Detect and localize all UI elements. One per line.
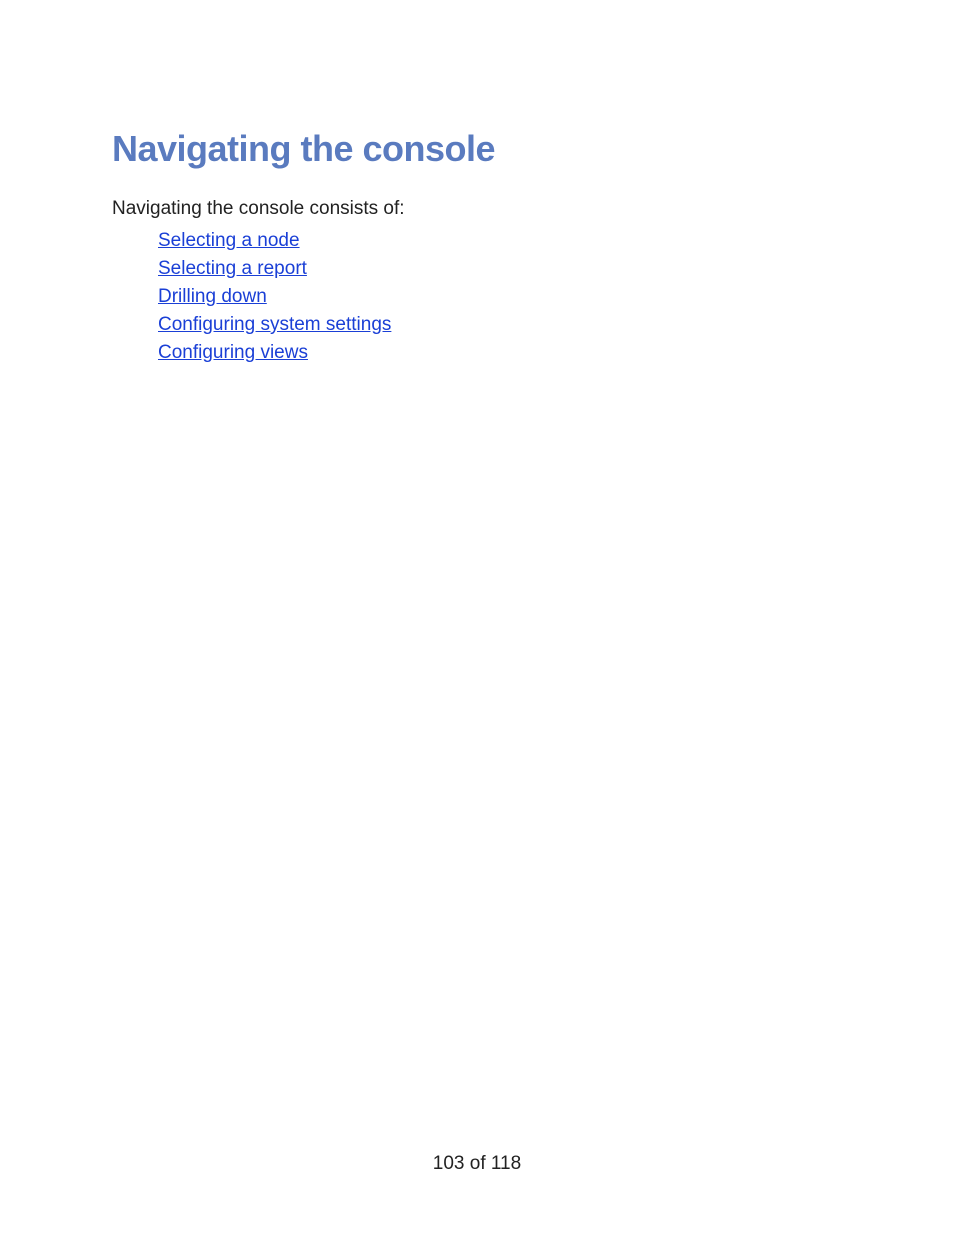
list-item: Configuring system settings: [158, 314, 842, 336]
page-content: Navigating the console Navigating the co…: [0, 0, 954, 364]
link-selecting-a-report[interactable]: Selecting a report: [158, 258, 307, 279]
link-configuring-views[interactable]: Configuring views: [158, 342, 308, 363]
link-selecting-a-node[interactable]: Selecting a node: [158, 230, 300, 251]
list-item: Configuring views: [158, 342, 842, 364]
page-number: 103 of 118: [433, 1153, 521, 1174]
link-drilling-down[interactable]: Drilling down: [158, 286, 267, 307]
page-heading: Navigating the console: [112, 128, 842, 170]
intro-paragraph: Navigating the console consists of:: [112, 198, 842, 220]
page-footer: 103 of 118: [0, 1153, 954, 1175]
list-item: Selecting a node: [158, 230, 842, 252]
list-item: Selecting a report: [158, 258, 842, 280]
link-list: Selecting a node Selecting a report Dril…: [112, 230, 842, 364]
link-configuring-system-settings[interactable]: Configuring system settings: [158, 314, 391, 335]
list-item: Drilling down: [158, 286, 842, 308]
